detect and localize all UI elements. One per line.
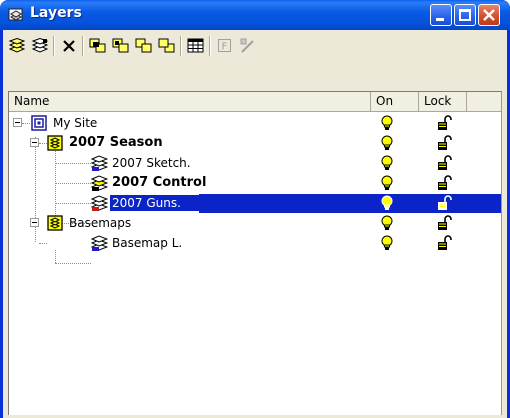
line-tool-icon bbox=[240, 38, 254, 53]
tree-row-label: 2007 Season bbox=[69, 135, 163, 150]
unlocked-padlock-icon[interactable] bbox=[436, 155, 452, 171]
sketch-layer-icon bbox=[91, 155, 108, 171]
guns-layer-icon bbox=[91, 195, 108, 211]
new-layer-icon bbox=[8, 38, 26, 53]
svg-text:F: F bbox=[222, 42, 228, 53]
unlocked-padlock-icon[interactable] bbox=[436, 135, 452, 151]
tree-row-label: 2007 Guns. bbox=[110, 195, 216, 211]
layers-window-icon bbox=[8, 8, 23, 21]
layers-panel: F Name On Lock My Site 2007 Season 2007 … bbox=[3, 30, 507, 418]
toolbar-separator bbox=[209, 36, 211, 56]
attribute-table-icon bbox=[187, 38, 204, 53]
new-sublayer-button[interactable] bbox=[30, 36, 50, 56]
visible-bulb-icon[interactable] bbox=[381, 115, 393, 131]
tree-row-basemap-l[interactable]: Basemap L. bbox=[9, 233, 501, 253]
column-header-lock[interactable]: Lock bbox=[419, 92, 467, 111]
move-up-icon bbox=[135, 38, 152, 53]
close-icon bbox=[483, 9, 495, 21]
new-layer-button[interactable] bbox=[7, 36, 27, 56]
visible-bulb-icon[interactable] bbox=[381, 135, 393, 151]
unlocked-padlock-icon[interactable] bbox=[436, 235, 452, 251]
visible-bulb-icon[interactable] bbox=[381, 155, 393, 171]
site-icon bbox=[31, 115, 47, 131]
send-to-back-icon bbox=[112, 38, 129, 53]
filter-button[interactable]: F bbox=[215, 36, 235, 56]
bring-to-front-button[interactable] bbox=[88, 36, 108, 56]
folder-layer-icon bbox=[47, 215, 63, 231]
move-up-button[interactable] bbox=[134, 36, 154, 56]
column-header-name[interactable]: Name bbox=[9, 92, 371, 111]
layers-toolbar: F bbox=[3, 30, 507, 62]
layers-tree-list[interactable]: Name On Lock My Site 2007 Season 2007 Sk… bbox=[8, 91, 502, 416]
bring-to-front-icon bbox=[89, 38, 106, 53]
unlocked-padlock-icon[interactable] bbox=[436, 215, 452, 231]
tree-row-basemaps[interactable]: Basemaps bbox=[9, 213, 501, 233]
control-layer-icon bbox=[91, 175, 108, 191]
visible-bulb-icon[interactable] bbox=[381, 215, 393, 231]
toolbar-separator bbox=[53, 36, 55, 56]
visible-bulb-icon[interactable] bbox=[381, 175, 393, 191]
tree-row-2007-guns[interactable]: 2007 Guns. bbox=[9, 193, 501, 213]
unlocked-padlock-icon[interactable] bbox=[436, 115, 452, 131]
tree-row-label: 2007 Sketch. bbox=[112, 156, 191, 170]
title-bar[interactable]: Layers bbox=[0, 0, 510, 30]
collapse-toggle[interactable] bbox=[30, 138, 39, 147]
unlocked-padlock-icon[interactable] bbox=[436, 195, 452, 211]
tree-row-2007-sketch[interactable]: 2007 Sketch. bbox=[9, 153, 501, 173]
maximize-icon bbox=[459, 9, 471, 21]
send-to-back-button[interactable] bbox=[111, 36, 131, 56]
column-header: Name On Lock bbox=[9, 92, 501, 112]
new-sublayer-icon bbox=[31, 38, 49, 53]
toolbar-separator bbox=[180, 36, 182, 56]
collapse-toggle[interactable] bbox=[13, 118, 22, 127]
line-tool-button[interactable] bbox=[238, 36, 258, 56]
delete-icon bbox=[63, 40, 75, 52]
minimize-button[interactable] bbox=[430, 4, 452, 26]
tree-row-label: Basemap L. bbox=[112, 236, 183, 250]
delete-button[interactable] bbox=[59, 36, 79, 56]
move-down-icon bbox=[158, 38, 175, 53]
minimize-icon bbox=[436, 18, 444, 21]
tree-row-label: Basemaps bbox=[69, 216, 132, 230]
unlocked-padlock-icon[interactable] bbox=[436, 175, 452, 191]
move-down-button[interactable] bbox=[157, 36, 177, 56]
folder-layer-icon bbox=[47, 135, 63, 151]
visible-bulb-icon[interactable] bbox=[381, 195, 393, 211]
tree-line bbox=[55, 263, 91, 264]
filter-icon: F bbox=[218, 39, 231, 53]
basemap-layer-icon bbox=[91, 235, 108, 251]
layers-window: Layers F Name On Lock My Site 2007 Seaso… bbox=[0, 0, 510, 418]
close-button[interactable] bbox=[478, 4, 500, 26]
visible-bulb-icon[interactable] bbox=[381, 235, 393, 251]
tree-row-label: 2007 Control bbox=[112, 175, 207, 190]
column-header-on[interactable]: On bbox=[371, 92, 419, 111]
tree-row-2007-control[interactable]: 2007 Control bbox=[9, 173, 501, 193]
window-title: Layers bbox=[30, 5, 82, 21]
maximize-button[interactable] bbox=[454, 4, 476, 26]
attribute-table-button[interactable] bbox=[186, 36, 206, 56]
tree-row-2007-season[interactable]: 2007 Season bbox=[9, 133, 501, 153]
tree-row-my-site[interactable]: My Site bbox=[9, 113, 501, 133]
tree-row-label: My Site bbox=[53, 116, 98, 130]
toolbar-separator bbox=[82, 36, 84, 56]
selection-highlight bbox=[199, 194, 375, 213]
collapse-toggle[interactable] bbox=[30, 218, 39, 227]
